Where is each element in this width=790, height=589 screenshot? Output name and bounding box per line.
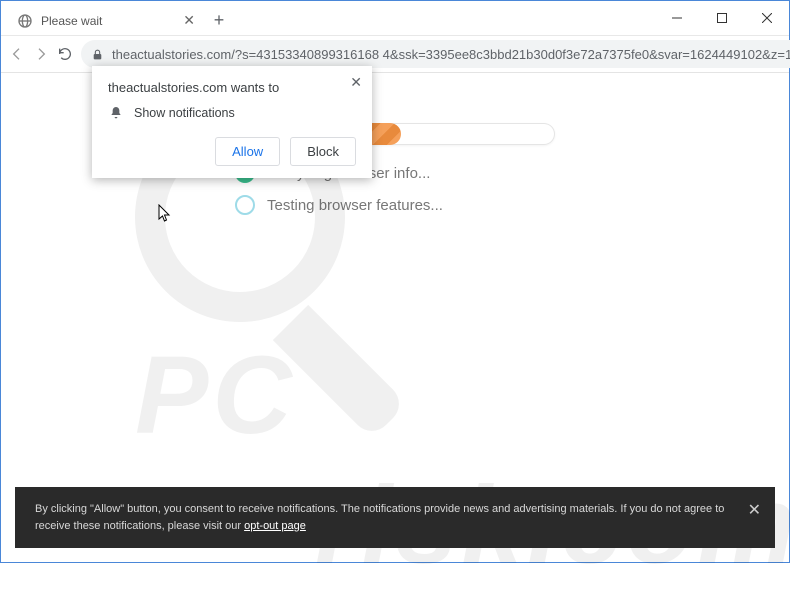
- status-text: Testing browser features...: [267, 197, 443, 214]
- popup-title: theactualstories.com wants to: [108, 80, 356, 95]
- reload-button[interactable]: [57, 42, 73, 66]
- maximize-button[interactable]: [699, 1, 744, 35]
- globe-icon: [17, 13, 33, 29]
- window-controls: [654, 1, 789, 35]
- titlebar: Please wait ✕ +: [1, 1, 789, 36]
- spinner-icon: [235, 195, 255, 215]
- lock-icon: [91, 48, 104, 61]
- omnibox[interactable]: theactualstories.com/?s=4315334089931616…: [81, 40, 790, 68]
- tab-close-button[interactable]: ✕: [183, 12, 195, 29]
- browser-tab[interactable]: Please wait ✕: [7, 6, 205, 35]
- permission-label: Show notifications: [134, 106, 235, 120]
- banner-close-button[interactable]: ✕: [748, 499, 761, 523]
- consent-text: By clicking "Allow" button, you consent …: [35, 503, 724, 532]
- consent-banner: By clicking "Allow" button, you consent …: [15, 487, 775, 548]
- allow-button[interactable]: Allow: [215, 137, 280, 166]
- popup-close-button[interactable]: ✕: [350, 74, 362, 91]
- tab-title: Please wait: [41, 14, 175, 28]
- browser-window: PC risk.com Please wait ✕ + theactualsto…: [0, 0, 790, 563]
- close-button[interactable]: [744, 1, 789, 35]
- block-button[interactable]: Block: [290, 137, 356, 166]
- status-item: Testing browser features...: [235, 195, 555, 215]
- new-tab-button[interactable]: +: [205, 6, 233, 35]
- notification-permission-popup: ✕ theactualstories.com wants to Show not…: [92, 66, 372, 178]
- bell-icon: [108, 105, 124, 121]
- back-button[interactable]: [9, 42, 25, 66]
- minimize-button[interactable]: [654, 1, 699, 35]
- forward-button[interactable]: [33, 42, 49, 66]
- opt-out-link[interactable]: opt-out page: [244, 520, 306, 532]
- url-text: theactualstories.com/?s=4315334089931616…: [112, 47, 790, 62]
